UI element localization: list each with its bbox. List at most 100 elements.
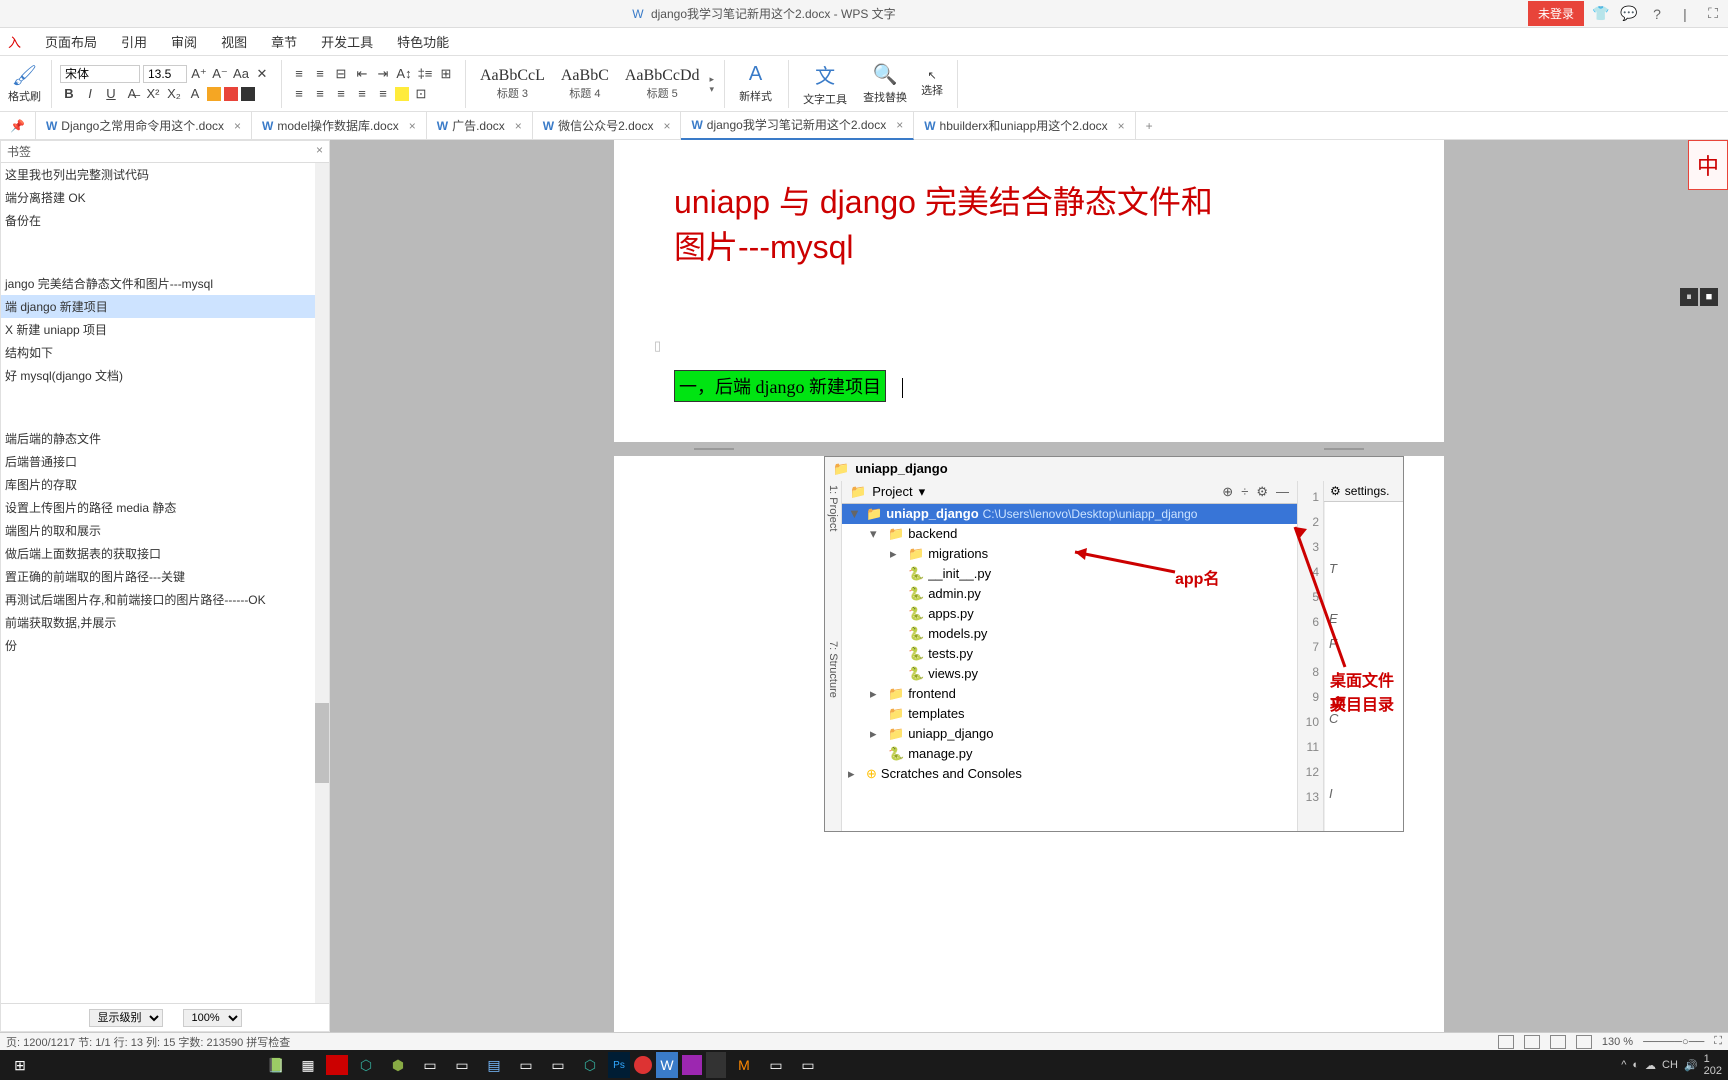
editor-tab[interactable]: ⚙ settings.: [1324, 481, 1403, 502]
menu-item[interactable]: 开发工具: [321, 32, 373, 51]
close-tab-icon[interactable]: ×: [515, 119, 522, 133]
menu-item[interactable]: 特色功能: [397, 32, 449, 51]
find-replace-button[interactable]: 🔍 查找替换: [857, 62, 913, 105]
tree-node[interactable]: ▸📁uniapp_django: [842, 724, 1297, 744]
close-tab-icon[interactable]: ×: [409, 119, 416, 133]
font-color-button[interactable]: [224, 87, 238, 101]
strike-button[interactable]: A̶: [123, 85, 141, 103]
window-restore-icon[interactable]: ⛶: [1702, 3, 1724, 25]
volume-icon[interactable]: 🔊: [1684, 1059, 1698, 1072]
gear-icon[interactable]: ⚙: [1256, 484, 1268, 500]
close-tab-icon[interactable]: ×: [234, 119, 241, 133]
tree-node[interactable]: 🐍__init__.py: [842, 564, 1297, 584]
nav-item[interactable]: 再测试后端图片存,和前端接口的图片路径------OK: [1, 588, 329, 611]
clear-format-icon[interactable]: ✕: [253, 65, 271, 83]
nav-item[interactable]: X 新建 uniapp 项目: [1, 318, 329, 341]
app-icon[interactable]: ▭: [448, 1052, 476, 1078]
document-tab[interactable]: Wdjango我学习笔记新用这个2.docx×: [681, 112, 914, 140]
pin-tab[interactable]: 📌: [0, 112, 36, 140]
nav-item[interactable]: 这里我也列出完整测试代码: [1, 163, 329, 186]
decrease-font-icon[interactable]: A⁻: [211, 65, 229, 83]
photoshop-icon[interactable]: Ps: [608, 1052, 630, 1078]
increase-indent-icon[interactable]: ⇥: [374, 65, 392, 83]
menu-item[interactable]: 入: [8, 32, 21, 51]
wps-icon[interactable]: W: [656, 1052, 678, 1078]
collapse-icon[interactable]: ÷: [1241, 484, 1248, 500]
help-icon[interactable]: ?: [1646, 3, 1668, 25]
document-tab[interactable]: Whbuilderx和uniapp用这个2.docx×: [914, 112, 1135, 140]
underline-button[interactable]: U: [102, 85, 120, 103]
align-center-icon[interactable]: ≡: [311, 85, 329, 103]
login-button[interactable]: 未登录: [1528, 1, 1584, 26]
nav-item[interactable]: 好 mysql(django 文档): [1, 364, 329, 387]
format-painter-button[interactable]: 🖌 格式刷: [8, 63, 41, 104]
expand-icon[interactable]: ⛶: [1714, 1035, 1722, 1048]
decrease-indent-icon[interactable]: ⇤: [353, 65, 371, 83]
menu-item[interactable]: 章节: [271, 32, 297, 51]
document-tab[interactable]: WDjango之常用命令用这个.docx×: [36, 112, 252, 140]
app-icon[interactable]: ⬢: [384, 1052, 412, 1078]
tree-root[interactable]: ▼ 📁 uniapp_django C:\Users\lenovo\Deskto…: [842, 504, 1297, 524]
system-tray[interactable]: ^ ◐ ☁ CH 🔊 1202: [1621, 1053, 1722, 1077]
nav-item[interactable]: 端分离搭建 OK: [1, 186, 329, 209]
style-preset[interactable]: AaBbCcDd标题 5: [619, 67, 706, 101]
nav-item[interactable]: 做后端上面数据表的获取接口: [1, 542, 329, 565]
outline-level-select[interactable]: 显示级别: [89, 1009, 163, 1027]
terminal-icon[interactable]: [134, 1052, 162, 1078]
fill-color-button[interactable]: [395, 87, 409, 101]
document-viewport[interactable]: uniapp 与 django 完美结合静态文件和 图片---mysql ▯ 一…: [330, 140, 1728, 1032]
distributed-icon[interactable]: ≡: [374, 85, 392, 103]
clock[interactable]: 1202: [1704, 1053, 1722, 1077]
align-left-icon[interactable]: ≡: [290, 85, 308, 103]
view-mode-icon[interactable]: [1550, 1035, 1566, 1049]
stop-icon[interactable]: ■: [1700, 288, 1718, 306]
justify-icon[interactable]: ≡: [353, 85, 371, 103]
chrome-icon[interactable]: [70, 1052, 98, 1078]
nav-item[interactable]: [1, 232, 329, 252]
tree-node[interactable]: ▸📁migrations: [842, 544, 1297, 564]
font-family-select[interactable]: [60, 65, 140, 83]
font-size-select[interactable]: [143, 65, 187, 83]
tree-node[interactable]: 📁templates: [842, 704, 1297, 724]
tray-icon[interactable]: ^: [1621, 1059, 1626, 1071]
terminal-icon[interactable]: [102, 1052, 130, 1078]
sidebar-scrollbar[interactable]: [315, 163, 329, 1003]
side-panel-button[interactable]: 中: [1688, 140, 1728, 190]
nav-item[interactable]: 后端普通接口: [1, 450, 329, 473]
close-icon[interactable]: ×: [316, 143, 323, 160]
document-tab[interactable]: W微信公众号2.docx×: [533, 112, 682, 140]
nav-item[interactable]: [1, 252, 329, 272]
view-mode-icon[interactable]: [1576, 1035, 1592, 1049]
superscript-button[interactable]: X²: [144, 85, 162, 103]
tree-node[interactable]: 🐍views.py: [842, 664, 1297, 684]
tree-node[interactable]: ▸📁frontend: [842, 684, 1297, 704]
app-icon[interactable]: [682, 1055, 702, 1075]
nav-item[interactable]: 端后端的静态文件: [1, 427, 329, 450]
tree-node[interactable]: 🐍tests.py: [842, 644, 1297, 664]
pause-icon[interactable]: ⏸: [1680, 288, 1698, 306]
app-icon[interactable]: ▭: [512, 1052, 540, 1078]
nav-item[interactable]: 份: [1, 634, 329, 657]
tree-node[interactable]: 🐍manage.py: [842, 744, 1297, 764]
app-icon[interactable]: [326, 1055, 348, 1075]
menu-item[interactable]: 审阅: [171, 32, 197, 51]
increase-font-icon[interactable]: A⁺: [190, 65, 208, 83]
align-right-icon[interactable]: ≡: [332, 85, 350, 103]
tray-icon[interactable]: ◐: [1632, 1059, 1639, 1071]
text-tool-button[interactable]: 文 文字工具: [797, 60, 853, 107]
vscode-icon[interactable]: ⬡: [352, 1052, 380, 1078]
menu-item[interactable]: 引用: [121, 32, 147, 51]
new-style-button[interactable]: A 新样式: [733, 63, 778, 104]
start-icon[interactable]: ⊞: [6, 1052, 34, 1078]
app-icon[interactable]: [198, 1052, 226, 1078]
ime-indicator[interactable]: CH: [1662, 1059, 1678, 1071]
chevron-down-icon[interactable]: ▾: [919, 484, 926, 500]
nav-item[interactable]: 备份在: [1, 209, 329, 232]
skin-icon[interactable]: 👕: [1590, 3, 1612, 25]
subscript-button[interactable]: X₂: [165, 85, 183, 103]
tree-node[interactable]: 🐍apps.py: [842, 604, 1297, 624]
vscode-icon[interactable]: ⬡: [576, 1052, 604, 1078]
multilevel-icon[interactable]: ⊟: [332, 65, 350, 83]
browser-icon[interactable]: [38, 1052, 66, 1078]
document-tab[interactable]: W广告.docx×: [427, 112, 533, 140]
